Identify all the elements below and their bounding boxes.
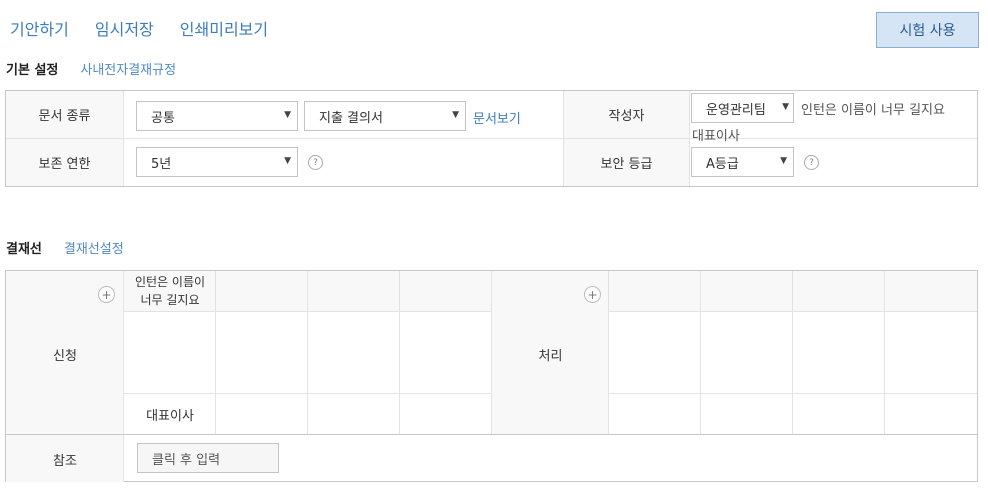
- add-approver-process-icon[interactable]: +: [584, 286, 601, 303]
- doc-category-value: 공통: [151, 110, 175, 126]
- approval-line-table: 신청 + 인턴은 이름이 너무 길지요 대표이사 처리 + 참조 클릭 후 입력: [5, 270, 978, 482]
- doc-category-select[interactable]: 공통 ▼: [136, 101, 298, 131]
- retention-select[interactable]: 5년 ▼: [136, 147, 298, 177]
- approval-line-header: 결재선 결재선설정: [6, 238, 124, 257]
- basic-settings-title: 기본 설정: [6, 63, 59, 78]
- doc-form-select[interactable]: 지출 결의서 ▼: [304, 101, 466, 131]
- reference-label: 참조: [53, 454, 77, 469]
- draft-link[interactable]: 기안하기: [10, 16, 69, 40]
- approval-settings-link[interactable]: 결재선설정: [64, 238, 124, 257]
- author-dept-select[interactable]: 운영관리팀 ▼: [691, 93, 794, 123]
- approver-slot[interactable]: [216, 271, 308, 434]
- retention-label: 보존 연한: [6, 139, 124, 186]
- security-label: 보안 등급: [563, 139, 690, 186]
- chevron-down-icon: ▼: [284, 156, 291, 166]
- approval-line-title: 결재선: [6, 242, 42, 257]
- trial-button[interactable]: 시험 사용: [876, 12, 979, 48]
- save-temp-link[interactable]: 임시저장: [95, 16, 154, 40]
- doc-type-label: 문서 종류: [6, 91, 124, 138]
- apply-label: 신청: [53, 349, 77, 364]
- approver-slot[interactable]: [400, 271, 492, 434]
- approver-name-line1: 인턴은 이름이: [134, 275, 206, 289]
- approver-name-line2: 너무 길지요: [140, 293, 200, 307]
- processor-slot[interactable]: [793, 271, 885, 434]
- retention-help-icon[interactable]: ?: [308, 155, 323, 170]
- approver-slot[interactable]: 인턴은 이름이 너무 길지요 대표이사: [124, 271, 216, 434]
- retention-value: 5년: [151, 156, 172, 172]
- security-select[interactable]: A등급 ▼: [691, 147, 794, 177]
- security-value: A등급: [706, 156, 739, 172]
- doc-form-value: 지출 결의서: [319, 110, 383, 126]
- approver-title: 대표이사: [146, 409, 194, 424]
- processor-slot[interactable]: [885, 271, 977, 434]
- view-doc-link[interactable]: 문서보기: [473, 108, 521, 127]
- reference-label-cell: 참조: [6, 435, 124, 482]
- print-preview-link[interactable]: 인쇄미리보기: [180, 16, 268, 40]
- processor-slot[interactable]: [701, 271, 793, 434]
- author-name: 인턴은 이름이 너무 길지요: [801, 103, 945, 118]
- approver-slot[interactable]: [308, 271, 400, 434]
- add-approver-apply-icon[interactable]: +: [98, 286, 115, 303]
- chevron-down-icon: ▼: [780, 156, 787, 166]
- author-dept-value: 운영관리팀: [706, 102, 766, 118]
- top-toolbar: 기안하기 임시저장 인쇄미리보기: [10, 16, 268, 40]
- reference-input[interactable]: 클릭 후 입력: [137, 443, 279, 473]
- basic-settings-table: 문서 종류 공통 ▼ 지출 결의서 ▼ 문서보기 작성자 운영관리팀 ▼ 인턴은…: [5, 90, 978, 187]
- doc-type-row: 문서 종류 공통 ▼ 지출 결의서 ▼ 문서보기 작성자 운영관리팀 ▼ 인턴은…: [6, 91, 977, 144]
- chevron-down-icon: ▼: [452, 110, 459, 120]
- processor-slot[interactable]: [609, 271, 701, 434]
- chevron-down-icon: ▼: [284, 110, 291, 120]
- retention-row: 보존 연한 5년 ▼ ? 보안 등급 A등급 ▼ ?: [6, 139, 977, 186]
- author-label: 작성자: [563, 91, 690, 138]
- security-help-icon[interactable]: ?: [804, 155, 819, 170]
- process-label: 처리: [538, 349, 563, 364]
- process-label-cell: 처리 +: [492, 271, 609, 434]
- basic-settings-header: 기본 설정 사내전자결재규정: [6, 59, 176, 78]
- apply-label-cell: 신청 +: [6, 271, 124, 434]
- chevron-down-icon: ▼: [782, 102, 789, 112]
- rules-link[interactable]: 사내전자결재규정: [80, 59, 176, 78]
